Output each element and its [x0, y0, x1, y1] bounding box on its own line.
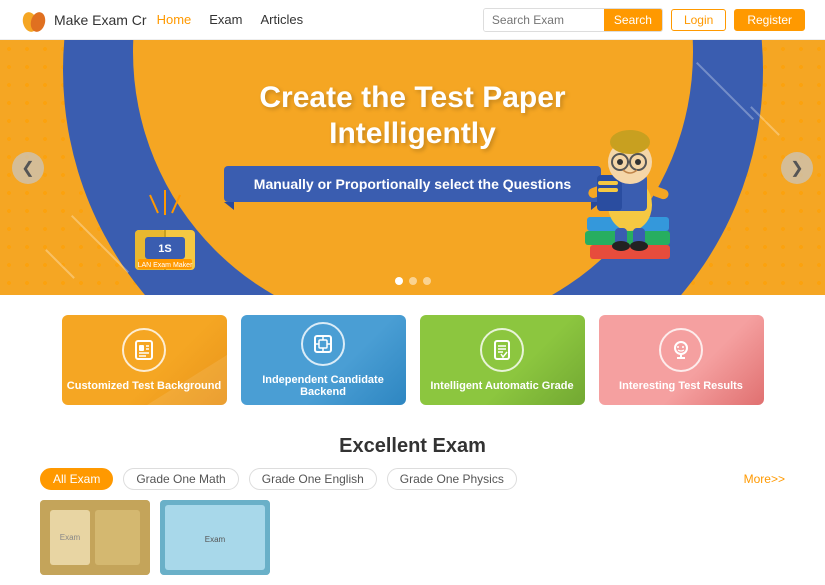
tab-grade-one-math[interactable]: Grade One Math	[123, 468, 238, 490]
feature-label-1: Independent Candidate Backend	[241, 374, 406, 398]
header: Make Exam Cr Home Exam Articles Search L…	[0, 0, 825, 40]
features-section: Customized Test Background Independent C…	[0, 295, 825, 425]
hero-subtitle: Manually or Proportionally select the Qu…	[224, 166, 601, 202]
hero-dot-2[interactable]	[409, 277, 417, 285]
feature-label-3: Interesting Test Results	[619, 380, 743, 392]
search-box: Search	[483, 8, 663, 32]
register-button[interactable]: Register	[734, 9, 805, 31]
tab-grade-one-english[interactable]: Grade One English	[249, 468, 377, 490]
nav-exam[interactable]: Exam	[209, 12, 242, 27]
hero-next-button[interactable]: ❯	[781, 152, 813, 184]
search-input[interactable]	[484, 9, 604, 31]
logo-icon	[20, 6, 48, 34]
logo-area: Make Exam Cr	[20, 6, 147, 34]
feature-icon-3	[659, 328, 703, 372]
exam-thumb-0[interactable]: Exam	[40, 500, 150, 575]
hero-title: Create the Test Paper Intelligently	[259, 80, 565, 152]
hero-dot-1[interactable]	[395, 277, 403, 285]
hero-mascot-left: 1S LAN Exam Maker	[120, 185, 210, 275]
main-nav: Home Exam Articles	[157, 12, 304, 27]
logo-text: Make Exam Cr	[54, 12, 147, 28]
hero-mascot-right	[565, 90, 695, 290]
feature-card-3[interactable]: Interesting Test Results	[599, 315, 764, 405]
hero-prev-button[interactable]: ❮	[12, 152, 44, 184]
exam-thumbs-row: Exam Exam	[40, 500, 785, 575]
svg-text:Exam: Exam	[205, 535, 226, 544]
feature-label-2: Intelligent Automatic Grade	[430, 380, 573, 392]
svg-text:1S: 1S	[158, 243, 171, 255]
feature-card-2[interactable]: Intelligent Automatic Grade	[420, 315, 585, 405]
tab-grade-one-physics[interactable]: Grade One Physics	[387, 468, 517, 490]
feature-icon-2	[480, 328, 524, 372]
feature-card-1[interactable]: Independent Candidate Backend	[241, 315, 406, 405]
svg-text:LAN Exam Maker: LAN Exam Maker	[138, 262, 194, 269]
feature-label-0: Customized Test Background	[67, 380, 221, 392]
search-button[interactable]: Search	[604, 9, 662, 31]
hero-dot-3[interactable]	[423, 277, 431, 285]
tab-all-exam[interactable]: All Exam	[40, 468, 113, 490]
feature-card-0[interactable]: Customized Test Background	[62, 315, 227, 405]
feature-icon-1	[301, 322, 345, 366]
exam-tabs-row: All Exam Grade One Math Grade One Englis…	[40, 468, 785, 490]
hero-dots	[395, 277, 431, 285]
feature-icon-0	[122, 328, 166, 372]
login-button[interactable]: Login	[671, 9, 726, 31]
hero-banner: 1S LAN Exam Maker	[0, 40, 825, 295]
header-right: Search Login Register	[483, 8, 805, 32]
excellent-section: Excellent Exam All Exam Grade One Math G…	[0, 425, 825, 585]
nav-articles[interactable]: Articles	[261, 12, 304, 27]
nav-home[interactable]: Home	[157, 12, 192, 27]
svg-text:Exam: Exam	[60, 533, 81, 542]
exam-thumb-1[interactable]: Exam	[160, 500, 270, 575]
more-link[interactable]: More>>	[744, 472, 785, 486]
excellent-title: Excellent Exam	[40, 435, 785, 458]
